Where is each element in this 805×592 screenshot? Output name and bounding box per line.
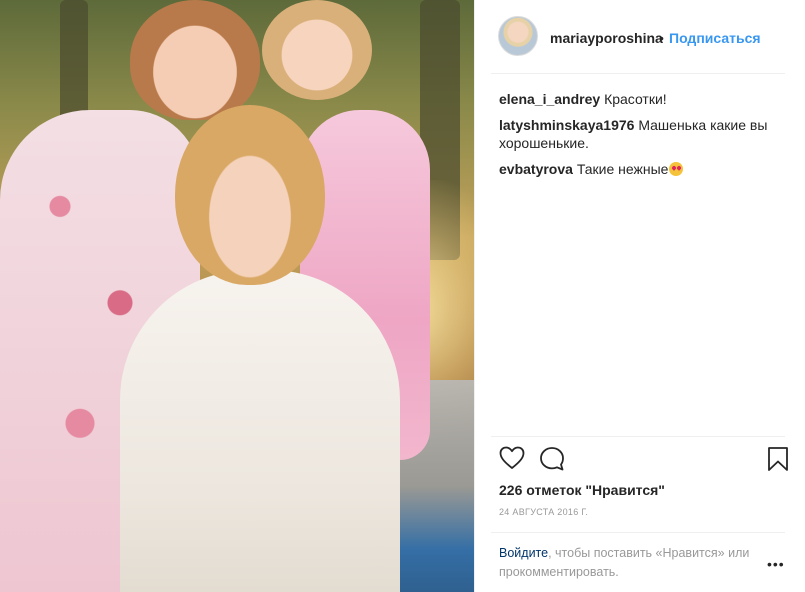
- header-separator: •: [659, 30, 664, 46]
- woman-white-dress: [120, 270, 400, 592]
- comment-username[interactable]: elena_i_andrey: [499, 91, 600, 107]
- likes-count[interactable]: 226 отметок "Нравится": [499, 482, 665, 498]
- bookmark-icon: [768, 447, 788, 471]
- login-prompt: Войдите, чтобы поставить «Нравится» или …: [499, 544, 759, 582]
- comment-text: Красотки!: [604, 91, 667, 107]
- heart-eyes-emoji-icon: [669, 162, 684, 176]
- post-header: mariayporoshina • Подписаться: [475, 0, 805, 72]
- comment-username[interactable]: evbatyrova: [499, 161, 573, 177]
- divider: [491, 532, 785, 533]
- post-photo[interactable]: [0, 0, 474, 592]
- like-button[interactable]: [499, 446, 525, 475]
- login-link[interactable]: Войдите: [499, 546, 548, 560]
- save-button[interactable]: [767, 446, 789, 477]
- avatar[interactable]: [498, 16, 538, 56]
- comment-item: latyshminskaya1976 Машенька какие вы хор…: [499, 116, 789, 152]
- divider: [491, 436, 785, 437]
- comment-username[interactable]: latyshminskaya1976: [499, 117, 634, 133]
- post-date[interactable]: 24 АВГУСТА 2016 Г.: [499, 507, 588, 517]
- post-side-panel: mariayporoshina • Подписаться elena_i_an…: [474, 0, 805, 592]
- action-bar: [499, 446, 789, 474]
- comment-item: elena_i_andrey Красотки!: [499, 90, 789, 108]
- comment-text: Такие нежные: [576, 161, 669, 177]
- heart-icon: [499, 446, 525, 469]
- divider: [491, 73, 785, 74]
- girl-left-head: [130, 0, 260, 120]
- follow-button[interactable]: Подписаться: [669, 30, 761, 46]
- comments-list: elena_i_andrey Красотки! latyshminskaya1…: [499, 90, 789, 186]
- comment-button[interactable]: [539, 446, 565, 477]
- comment-item: evbatyrova Такие нежные: [499, 160, 789, 178]
- girl-right-head: [262, 0, 372, 100]
- woman-head: [175, 105, 325, 285]
- comment-icon: [540, 447, 564, 471]
- author-username[interactable]: mariayporoshina: [550, 30, 663, 46]
- more-options-icon[interactable]: •••: [767, 556, 785, 572]
